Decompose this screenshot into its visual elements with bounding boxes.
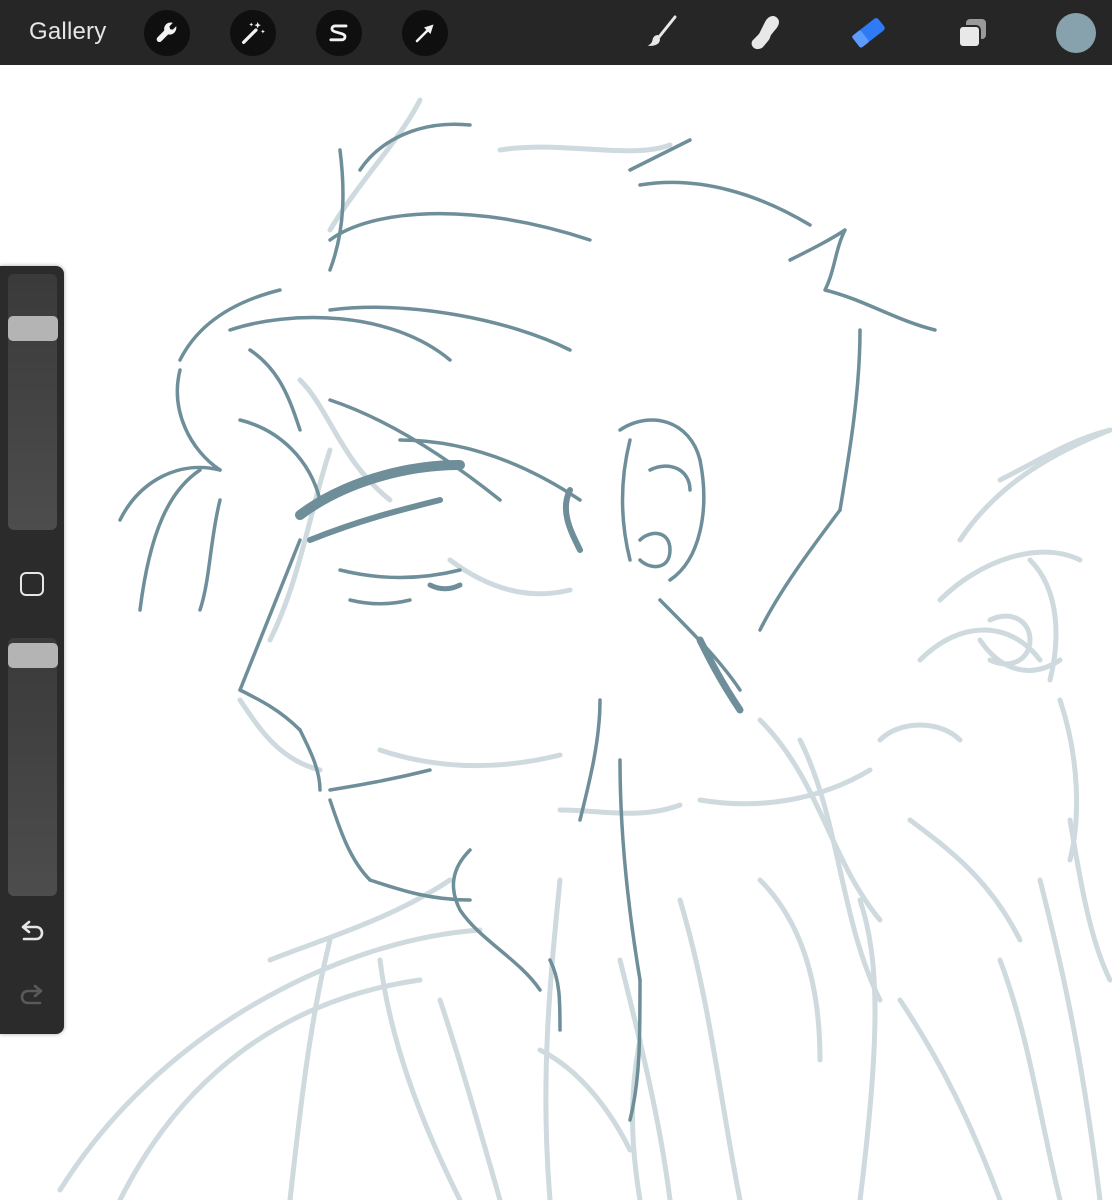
undo-button[interactable] [17, 918, 47, 948]
sketch-artwork [57, 97, 1112, 1200]
wrench-icon [156, 22, 177, 43]
actions-button[interactable] [144, 10, 190, 56]
undo-arrow-icon [21, 920, 44, 941]
modify-button[interactable] [19, 571, 45, 597]
top-toolbar: Gallery [0, 0, 1112, 65]
sketch-dark-strokes [118, 122, 937, 1122]
redo-button[interactable] [17, 982, 47, 1012]
arrow-cursor-icon [415, 24, 434, 43]
paintbrush-icon [647, 15, 677, 46]
drawing-canvas[interactable] [0, 65, 1112, 1200]
redo-arrow-icon [20, 984, 43, 1005]
procreate-app: Gallery [0, 0, 1112, 1200]
layers-icon [958, 19, 986, 48]
opacity-slider[interactable] [8, 638, 57, 896]
brush-tool-button[interactable] [638, 10, 684, 56]
transform-button[interactable] [402, 10, 448, 56]
smudge-tool-button[interactable] [742, 10, 788, 56]
adjustments-button[interactable] [230, 10, 276, 56]
brush-size-slider[interactable] [8, 274, 57, 530]
brush-size-slider-thumb[interactable] [8, 316, 58, 341]
selection-s-icon [329, 24, 348, 42]
smudge-finger-icon [751, 16, 779, 50]
eraser-icon [852, 18, 885, 48]
eraser-tool-button[interactable] [846, 10, 892, 56]
gallery-button[interactable]: Gallery [29, 17, 106, 47]
left-sidebar [0, 266, 64, 1034]
sketch-light-strokes [57, 97, 1112, 1200]
color-swatch-button[interactable] [1056, 13, 1096, 53]
square-modify-icon [20, 572, 44, 596]
layers-button[interactable] [950, 10, 996, 56]
magic-wand-icon [242, 21, 265, 44]
opacity-slider-thumb[interactable] [8, 643, 58, 668]
selection-button[interactable] [316, 10, 362, 56]
